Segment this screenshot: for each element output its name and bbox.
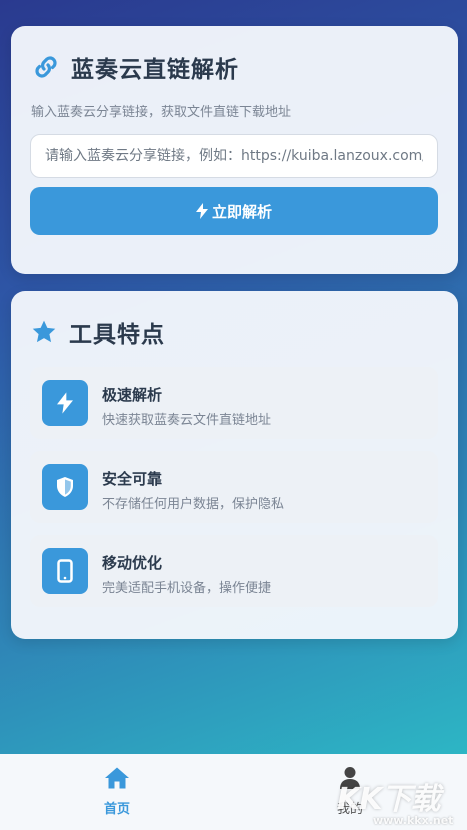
nav-label-home: 首页 (103, 802, 130, 817)
feature-item-security: 安全可靠 不存储任何用户数据，保护隐私 (30, 451, 438, 523)
feature-item-mobile: 移动优化 完美适配手机设备，操作便捷 (30, 535, 438, 607)
feature-desc: 快速获取蓝奏云文件直链地址 (102, 413, 272, 428)
features-card: 工具特点 极速解析 快速获取蓝奏云文件直链地址 安全可靠 不存储任何用户数据，保… (11, 291, 458, 639)
home-icon (104, 766, 130, 794)
feature-name: 安全可靠 (102, 470, 163, 488)
parse-subtitle: 输入蓝奏云分享链接，获取文件直链下载地址 (31, 105, 292, 120)
parse-title: 蓝奏云直链解析 (71, 57, 239, 83)
watermark-url: www.kkx.net (373, 814, 454, 827)
bolt-icon (42, 380, 88, 426)
parse-title-row: 蓝奏云直链解析 (31, 50, 239, 84)
mobile-icon (42, 548, 88, 594)
feature-item-speed: 极速解析 快速获取蓝奏云文件直链地址 (30, 367, 438, 439)
link-icon (31, 52, 61, 82)
feature-name: 极速解析 (102, 386, 163, 404)
features-title: 工具特点 (69, 322, 165, 348)
watermark-logo: KK下载 (337, 782, 440, 817)
star-icon (31, 319, 57, 345)
feature-desc: 不存储任何用户数据，保护隐私 (102, 497, 285, 512)
parse-card: 蓝奏云直链解析 输入蓝奏云分享链接，获取文件直链下载地址 立即解析 (11, 26, 458, 274)
features-title-row: 工具特点 (31, 315, 165, 349)
nav-item-home[interactable]: 首页 (77, 766, 157, 817)
bolt-icon (195, 203, 208, 219)
parse-button[interactable]: 立即解析 (30, 187, 438, 235)
shield-icon (42, 464, 88, 510)
parse-button-label: 立即解析 (211, 202, 272, 221)
feature-desc: 完美适配手机设备，操作便捷 (102, 581, 272, 596)
share-link-input[interactable] (30, 134, 438, 178)
watermark: KK下载 www.kkx.net (333, 770, 467, 830)
feature-name: 移动优化 (102, 554, 163, 572)
